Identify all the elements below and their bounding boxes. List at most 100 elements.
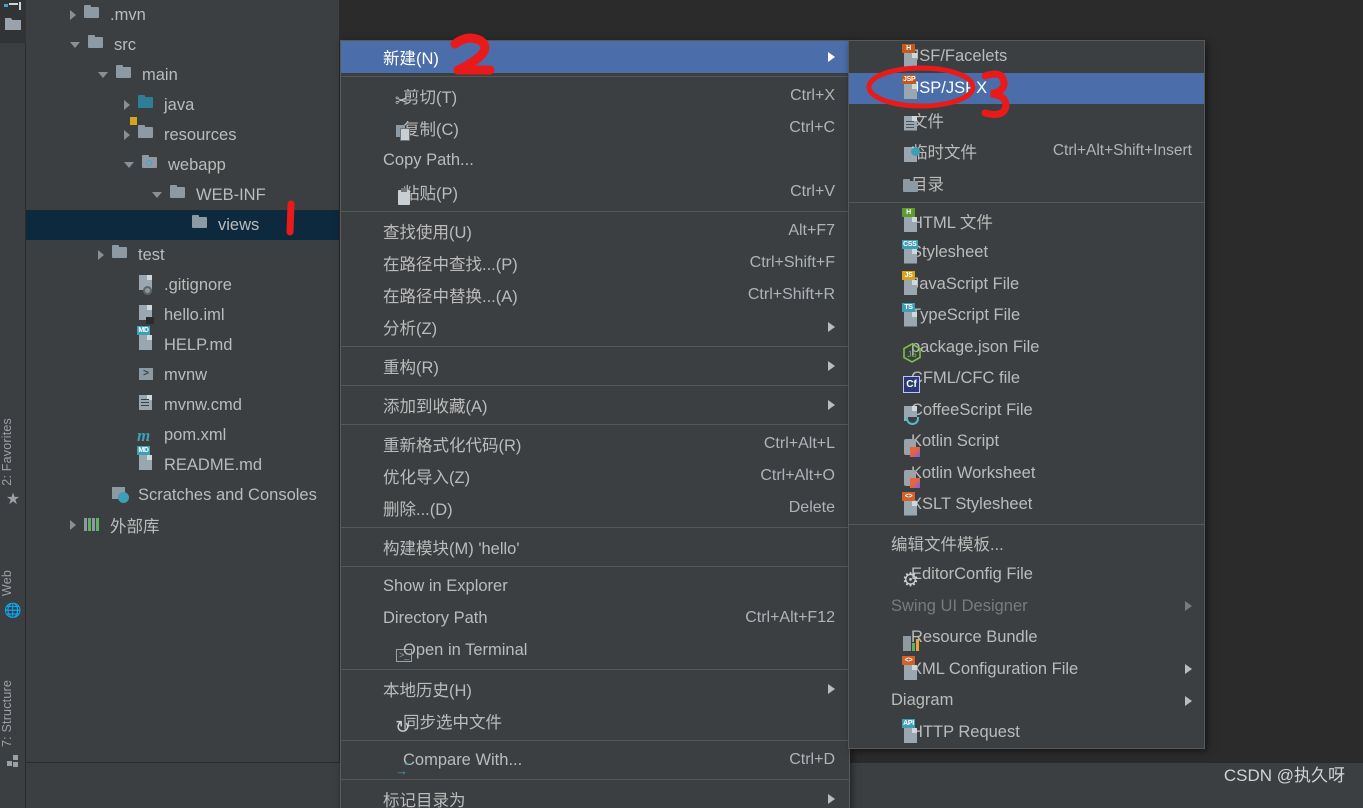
- menu-item-label: 查找使用(U): [383, 224, 472, 242]
- menu-item-compare-with[interactable]: → ← Compare With... Ctrl+D: [341, 744, 849, 778]
- menu-item-editorconfig-file[interactable]: ⚙ EditorConfig File: [849, 559, 1204, 591]
- menu-item-p[interactable]: 粘贴(P) Ctrl+V: [341, 176, 849, 208]
- tree-row-java[interactable]: java: [26, 90, 339, 120]
- chevron-right-icon[interactable]: [98, 250, 104, 260]
- menu-item-shortcut: Ctrl+Shift+F: [749, 254, 835, 271]
- menu-item-kotlin-script[interactable]: Kotlin Script: [849, 426, 1204, 458]
- new-file-submenu[interactable]: H JSF/Facelets JSP JSP/JSPX 文件 临时文件 Ctrl+Alt+S…: [848, 40, 1205, 749]
- paste-icon: [395, 188, 415, 208]
- tree-row-src[interactable]: src: [26, 30, 339, 60]
- menu-item-d[interactable]: 删除...(D) Delete: [341, 492, 849, 524]
- menu-item-a[interactable]: 在路径中替换...(A) Ctrl+Shift+R: [341, 279, 849, 311]
- tree-row-webinf[interactable]: WEB-INF: [26, 180, 339, 210]
- menu-item-label: 临时文件: [911, 144, 977, 163]
- tree-row-mvnw[interactable]: > mvnw: [26, 360, 339, 390]
- tree-row-[interactable]: 外部库: [26, 510, 339, 540]
- menu-item-open-in-terminal[interactable]: >_ Open in Terminal: [341, 634, 849, 666]
- menu-item-[interactable]: 目录: [849, 167, 1204, 199]
- menu-item-h[interactable]: 本地历史(H): [341, 673, 849, 705]
- tree-row-main[interactable]: main: [26, 60, 339, 90]
- chevron-right-icon[interactable]: [124, 130, 130, 140]
- project-toolwindow-button[interactable]: [0, 0, 26, 43]
- menu-item-xml-configuration-file[interactable]: <> XML Configuration File: [849, 654, 1204, 686]
- menu-item-show-in-explorer[interactable]: Show in Explorer: [341, 570, 849, 602]
- menu-item-label: HTML 文件: [911, 214, 993, 233]
- menu-item-[interactable]: 文件: [849, 104, 1204, 136]
- menu-item-shortcut: Ctrl+Alt+O: [760, 467, 835, 484]
- chevron-down-icon[interactable]: [124, 162, 134, 168]
- menu-item-xslt-stylesheet[interactable]: <> XSLT Stylesheet: [849, 489, 1204, 521]
- menu-item-n[interactable]: 新建(N): [341, 41, 849, 73]
- file-h-icon: H: [902, 43, 922, 73]
- submenu-arrow-icon: [1185, 601, 1192, 612]
- menu-item-p[interactable]: 在路径中查找...(P) Ctrl+Shift+F: [341, 247, 849, 279]
- menu-item-coffeescript-file[interactable]: CoffeeScript File: [849, 395, 1204, 427]
- tree-row-webapp[interactable]: webapp: [26, 150, 339, 180]
- menu-item-a[interactable]: 添加到收藏(A): [341, 389, 849, 421]
- menu-item-resource-bundle[interactable]: Resource Bundle: [849, 622, 1204, 654]
- chevron-down-icon[interactable]: [98, 72, 108, 78]
- menu-item-label: 标记目录为: [383, 792, 466, 808]
- menu-item-stylesheet[interactable]: CSS Stylesheet: [849, 237, 1204, 269]
- menu-item-label: XSLT Stylesheet: [911, 495, 1033, 514]
- menu-item-swing-ui-designer[interactable]: Swing UI Designer: [849, 591, 1204, 623]
- menu-item-http-request[interactable]: API HTTP Request: [849, 717, 1204, 749]
- chevron-down-icon[interactable]: [152, 192, 162, 198]
- toolwindow-button-favorites[interactable]: 2: Favorites ★: [0, 418, 26, 508]
- chevron-right-icon[interactable]: [70, 10, 76, 20]
- menu-item-[interactable]: 编辑文件模板...: [849, 528, 1204, 560]
- tree-row-pomxml[interactable]: m pom.xml: [26, 420, 339, 450]
- folder-icon: [5, 18, 21, 30]
- menu-item-c[interactable]: 复制(C) Ctrl+C: [341, 112, 849, 144]
- menu-item-label: EditorConfig File: [911, 565, 1033, 584]
- tree-row-test[interactable]: test: [26, 240, 339, 270]
- coffeescript-icon: [902, 406, 922, 426]
- menu-item-package-json-file[interactable]: JS package.json File: [849, 332, 1204, 364]
- tree-row-scratchesandconsoles[interactable]: Scratches and Consoles: [26, 480, 339, 510]
- context-menu[interactable]: 新建(N) ✂ 剪切(T) Ctrl+X 复制(C) Ctrl+C Copy Path...…: [340, 40, 850, 808]
- ide-window: 2: Favorites ★ Web 🌐 7: Structure .mvn src mai…: [0, 0, 1363, 808]
- tree-row-readmemd[interactable]: MD README.md: [26, 446, 339, 480]
- gear-icon: ⚙: [902, 569, 920, 591]
- folder-icon: [191, 215, 211, 235]
- toolwindow-button-structure[interactable]: 7: Structure: [0, 680, 26, 769]
- tree-row-helpmd[interactable]: MD HELP.md: [26, 326, 339, 360]
- menu-item-jsp-jspx[interactable]: JSP JSP/JSPX: [849, 72, 1204, 104]
- menu-item-html[interactable]: H HTML 文件: [849, 206, 1204, 238]
- menu-item-copy-path[interactable]: Copy Path...: [341, 144, 849, 176]
- menu-item-kotlin-worksheet[interactable]: Kotlin Worksheet: [849, 458, 1204, 490]
- menu-item-typescript-file[interactable]: TS TypeScript File: [849, 300, 1204, 332]
- menu-item-javascript-file[interactable]: JS JavaScript File: [849, 269, 1204, 301]
- menu-item-label: 复制(C): [403, 121, 459, 139]
- menu-item-cfml-cfc-file[interactable]: Cf CFML/CFC file: [849, 363, 1204, 395]
- menu-separator: [341, 779, 849, 780]
- menu-item-t[interactable]: ✂ 剪切(T) Ctrl+X: [341, 80, 849, 112]
- chevron-right-icon[interactable]: [70, 520, 76, 530]
- menu-item-[interactable]: 标记目录为: [341, 783, 849, 808]
- submenu-arrow-icon: [828, 322, 835, 332]
- toolwindow-button-web[interactable]: Web 🌐: [0, 570, 26, 618]
- menu-separator: [341, 76, 849, 77]
- folder-icon: [83, 5, 103, 25]
- tree-row-gitignore[interactable]: .gitignore: [26, 270, 339, 300]
- menu-item-r[interactable]: 重构(R): [341, 350, 849, 382]
- tree-row-resources[interactable]: resources: [26, 117, 339, 150]
- tree-row-helloiml[interactable]: hello.iml: [26, 300, 339, 330]
- menu-item-z[interactable]: 优化导入(Z) Ctrl+Alt+O: [341, 460, 849, 492]
- tree-row-views[interactable]: views: [26, 210, 339, 240]
- tree-row-mvn[interactable]: .mvn: [26, 0, 339, 30]
- menu-item-label: Resource Bundle: [911, 628, 1038, 647]
- chevron-right-icon[interactable]: [124, 100, 130, 110]
- menu-item-m-hello[interactable]: 构建模块(M) 'hello': [341, 531, 849, 563]
- menu-item-[interactable]: ↻ 同步选中文件: [341, 705, 849, 737]
- maven-pom-icon: m: [137, 426, 151, 445]
- menu-item-u[interactable]: 查找使用(U) Alt+F7: [341, 215, 849, 247]
- menu-item-z[interactable]: 分析(Z): [341, 311, 849, 343]
- menu-item-directory-path[interactable]: Directory Path Ctrl+Alt+F12: [341, 602, 849, 634]
- menu-item-jsf-facelets[interactable]: H JSF/Facelets: [849, 41, 1204, 73]
- menu-item-[interactable]: 临时文件 Ctrl+Alt+Shift+Insert: [849, 136, 1204, 168]
- tree-row-mvnwcmd[interactable]: mvnw.cmd: [26, 390, 339, 420]
- chevron-down-icon[interactable]: [70, 42, 80, 48]
- menu-item-diagram[interactable]: Diagram: [849, 685, 1204, 717]
- menu-item-r[interactable]: 重新格式化代码(R) Ctrl+Alt+L: [341, 428, 849, 460]
